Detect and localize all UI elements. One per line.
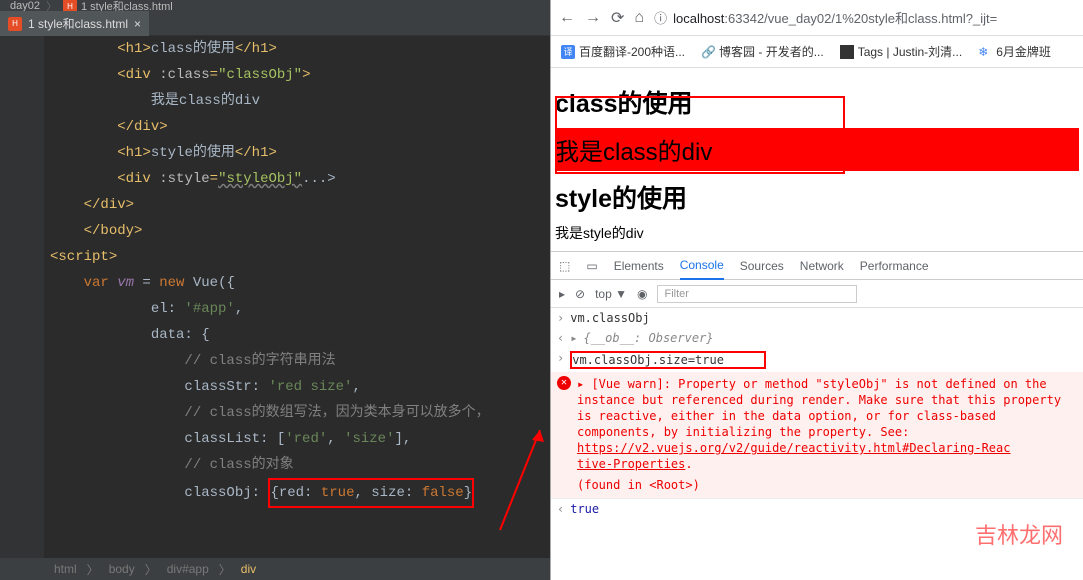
tab-sources[interactable]: Sources (740, 253, 784, 279)
console-error: ✕ ▸ [Vue warn]: Property or method "styl… (551, 372, 1083, 476)
code-comment: // class的数组写法，因为类本身可以放多个， (184, 405, 489, 421)
ide-tabs: H 1 style和class.html × (0, 12, 550, 36)
page-content: class的使用 我是class的div style的使用 我是style的di… (551, 68, 1083, 251)
prompt-icon: › (557, 311, 564, 325)
result-icon: ‹ (557, 331, 564, 345)
prompt-icon: › (557, 351, 564, 365)
device-icon[interactable]: ▭ (586, 259, 597, 273)
editor-gutter (0, 36, 44, 558)
url-host: localhost (673, 11, 724, 26)
context-selector[interactable]: top ▼ (595, 287, 627, 301)
code-comment: // class的对象 (184, 457, 293, 473)
console-input-line: › vm.classObj.size=true (551, 348, 1083, 372)
highlighted-console: vm.classObj.size=true (570, 351, 766, 369)
bookmark-label: 百度翻译-200种语... (579, 43, 685, 60)
console-toolbar: ▸ ⊘ top ▼ ◉ Filter (551, 280, 1083, 308)
ide-breadcrumb-bottom: html〉 body〉 div#app〉 div (0, 558, 550, 580)
forward-icon[interactable]: → (585, 9, 601, 27)
bookmark-icon: 译 (561, 45, 575, 59)
clear-icon[interactable]: ⊘ (575, 287, 585, 301)
tab-network[interactable]: Network (800, 253, 844, 279)
eye-icon[interactable]: ◉ (637, 287, 647, 301)
bookmark-icon (840, 45, 854, 59)
console-filter[interactable]: Filter (657, 285, 857, 303)
style-div: 我是style的div (555, 223, 1079, 243)
inspect-icon[interactable]: ⬚ (559, 259, 570, 273)
info-icon[interactable]: ⓘ (654, 8, 667, 27)
back-icon[interactable]: ← (559, 9, 575, 27)
bookmark-icon: ❄ (978, 45, 992, 59)
bookmark-item[interactable]: Tags | Justin-刘清... (840, 43, 962, 60)
console-text: {__ob__: Observer} (583, 331, 713, 345)
code-text: 我是class的div (151, 93, 260, 109)
watermark: 吉林龙网 (975, 518, 1063, 550)
breadcrumb-item[interactable]: body (103, 562, 141, 576)
bookmarks-bar: 译百度翻译-200种语... 🔗 博客园 - 开发者的... Tags | Jus… (551, 36, 1083, 68)
highlight-outline (555, 96, 845, 174)
bookmark-icon: 🔗 (701, 45, 715, 59)
close-icon[interactable]: × (134, 17, 141, 31)
error-link[interactable]: https://v2.vuejs.org/v2/guide/reactivity… (577, 441, 1010, 455)
code-comment: // class的字符串用法 (184, 353, 335, 369)
console-text: true (570, 502, 599, 516)
bookmark-label: 博客园 - 开发者的... (719, 43, 824, 60)
url-bar[interactable]: ⓘ localhost:63342/vue_day02/1%20style和cl… (654, 8, 1075, 27)
sidebar-toggle-icon[interactable]: ▸ (559, 287, 565, 301)
breadcrumb-item[interactable]: html (48, 562, 83, 576)
bookmark-label: Tags | Justin-刘清... (858, 43, 962, 60)
page-h2: style的使用 (555, 179, 1079, 215)
console-output-line: ‹ true (551, 498, 1083, 519)
tab-elements[interactable]: Elements (614, 253, 664, 279)
breadcrumb-item[interactable]: div#app (161, 562, 215, 576)
bookmark-item[interactable]: ❄ 6月金牌班 (978, 43, 1051, 60)
reload-icon[interactable]: ⟳ (611, 8, 624, 28)
ide-panel: day02 〉 H 1 style和class.html H 1 style和c… (0, 0, 550, 580)
browser-panel: ← → ⟳ ⌂ ⓘ localhost:63342/vue_day02/1%20… (550, 0, 1083, 580)
error-text: ▸ [Vue warn]: Property or method "styleO… (577, 377, 1061, 471)
console-output-line: ‹ ▸ {__ob__: Observer} (551, 328, 1083, 348)
bookmark-item[interactable]: 🔗 博客园 - 开发者的... (701, 43, 824, 60)
tab-console[interactable]: Console (680, 252, 724, 280)
home-icon[interactable]: ⌂ (634, 9, 644, 27)
console-text: vm.classObj (570, 311, 649, 325)
error-icon: ✕ (557, 376, 571, 390)
error-link[interactable]: tive-Properties (577, 457, 685, 471)
bookmark-label: 6月金牌班 (996, 43, 1051, 60)
html-file-icon: H (8, 17, 22, 31)
devtools-tabs: ⬚ ▭ Elements Console Sources Network Per… (551, 252, 1083, 280)
expand-icon[interactable]: ▸ (570, 331, 577, 345)
ide-tab-active[interactable]: H 1 style和class.html × (0, 11, 149, 36)
error-context: (found in <Root>) (551, 476, 1083, 498)
result-icon: ‹ (557, 502, 564, 516)
bookmark-item[interactable]: 译百度翻译-200种语... (561, 43, 685, 60)
url-path: :63342/vue_day02/1%20style和class.html?_i… (724, 11, 997, 26)
highlighted-code: {red: true, size: false} (268, 478, 474, 508)
code-editor[interactable]: <h1>class的使用</h1> <div :class="classObj"… (0, 36, 550, 558)
breadcrumb-item[interactable]: div (235, 562, 262, 576)
browser-toolbar: ← → ⟳ ⌂ ⓘ localhost:63342/vue_day02/1%20… (551, 0, 1083, 36)
class-div-red: 我是class的div (555, 128, 1079, 171)
tab-performance[interactable]: Performance (860, 253, 929, 279)
tab-label: 1 style和class.html (28, 15, 128, 32)
console-input-line: › vm.classObj (551, 308, 1083, 328)
